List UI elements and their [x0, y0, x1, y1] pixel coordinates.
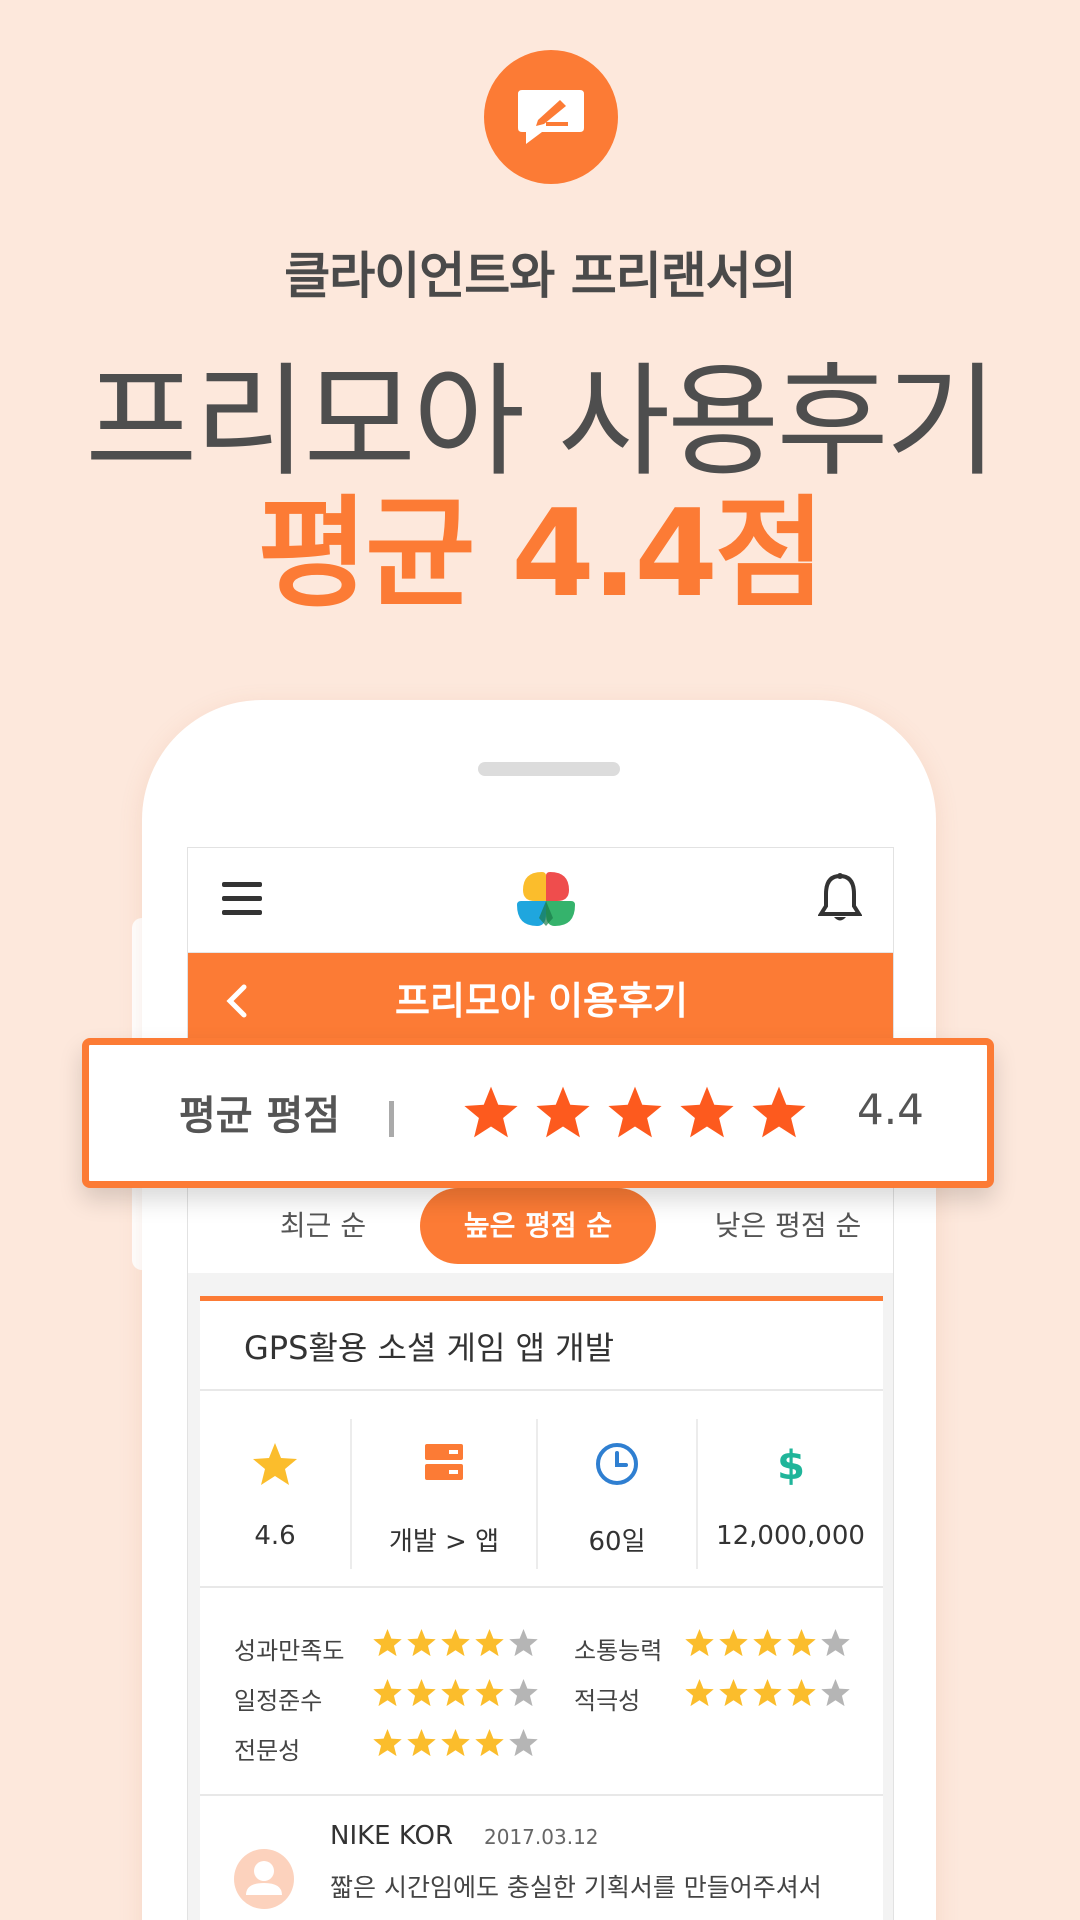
star-icon [534, 1083, 592, 1145]
star-filled-icon [372, 1677, 403, 1707]
star-filled-icon [786, 1627, 817, 1657]
average-rating-banner: 평균 평점 4.4 [82, 1038, 994, 1188]
review-date: 2017.03.12 [484, 1825, 599, 1849]
star-filled-icon [718, 1677, 749, 1707]
project-title: GPS활용 소셜 게임 앱 개발 [244, 1329, 615, 1367]
stat-budget: $ 12,000,000 [698, 1411, 883, 1581]
star-empty-icon [820, 1677, 851, 1707]
reviewer-name: NIKE KOR [330, 1821, 454, 1851]
stat-category-value: 개발 > 앱 [388, 1527, 500, 1557]
promo-headline: 프리모아 사용후기 [85, 351, 998, 493]
star-empty-icon [508, 1727, 539, 1757]
stat-rating-value: 4.6 [254, 1521, 296, 1551]
star-filled-icon [440, 1627, 471, 1657]
star-filled-icon [474, 1727, 505, 1757]
star-icon [606, 1083, 664, 1145]
chat-edit-icon [518, 90, 584, 144]
divider [200, 1586, 883, 1588]
clover-logo [517, 872, 575, 926]
star-empty-icon [508, 1677, 539, 1707]
hamburger-icon[interactable] [222, 882, 262, 916]
server-icon [425, 1444, 463, 1480]
svg-text:$: $ [777, 1443, 805, 1487]
average-rating-stars [462, 1083, 808, 1145]
star-filled-icon [786, 1677, 817, 1707]
star-filled-icon [440, 1727, 471, 1757]
user-icon [246, 1861, 282, 1895]
star-filled-icon [684, 1677, 715, 1707]
star-icon [750, 1083, 808, 1145]
star-icon [462, 1083, 520, 1145]
dollar-icon: $ [777, 1443, 805, 1487]
rating-stars [372, 1677, 539, 1707]
star-empty-icon [508, 1627, 539, 1657]
average-rating-score: 4.4 [857, 1085, 924, 1134]
rating-label: 성과만족도 [234, 1637, 345, 1665]
clock-icon [596, 1443, 638, 1485]
star-icon [678, 1083, 736, 1145]
review-card[interactable]: GPS활용 소셜 게임 앱 개발 4.6 개발 > 앱 60일 $ 12,000… [200, 1296, 883, 1920]
star-filled-icon [406, 1677, 437, 1707]
rating-stars [372, 1627, 539, 1657]
rating-stars [372, 1727, 539, 1757]
star-filled-icon [718, 1627, 749, 1657]
rating-stars [684, 1627, 851, 1657]
star-filled-icon [406, 1627, 437, 1657]
bell-icon[interactable] [818, 872, 862, 924]
banner-separator [389, 1101, 394, 1137]
star-filled-icon [372, 1727, 403, 1757]
average-rating-label: 평균 평점 [179, 1093, 341, 1139]
promo-subtitle: 클라이언트와 프리랜서의 [284, 247, 796, 305]
review-text: 짧은 시간임에도 충실한 기획서를 만들어주셔서 감사합니다. 감사합니다 감사… [330, 1873, 822, 1920]
rating-label: 소통능력 [574, 1637, 663, 1665]
star-empty-icon [820, 1627, 851, 1657]
tab-sort-recent[interactable]: 최근 순 [248, 1188, 398, 1264]
stat-duration: 60일 [538, 1411, 696, 1581]
rating-stars [684, 1677, 851, 1707]
chat-edit-badge [484, 50, 618, 184]
star-filled-icon [372, 1627, 403, 1657]
app-topbar [188, 848, 893, 953]
stat-rating: 4.6 [200, 1411, 350, 1581]
tab-sort-high-rating[interactable]: 높은 평점 순 [420, 1188, 656, 1264]
tab-sort-low-rating[interactable]: 낮은 평점 순 [688, 1188, 888, 1264]
star-filled-icon [440, 1677, 471, 1707]
rating-label: 전문성 [234, 1737, 301, 1765]
star-filled-icon [474, 1627, 505, 1657]
divider [200, 1389, 883, 1391]
phone-speaker [478, 762, 620, 776]
app-screen: 프리모아 이용후기 최근 순 높은 평점 순 낮은 평점 순 GPS활용 소셜 … [187, 847, 894, 1920]
star-icon [253, 1443, 297, 1485]
star-filled-icon [752, 1627, 783, 1657]
star-filled-icon [752, 1677, 783, 1707]
stat-budget-value: 12,000,000 [716, 1521, 865, 1551]
stat-category: 개발 > 앱 [352, 1411, 536, 1581]
divider [200, 1794, 883, 1796]
star-filled-icon [474, 1677, 505, 1707]
avatar [234, 1849, 294, 1909]
rating-label: 일정준수 [234, 1687, 323, 1715]
star-filled-icon [684, 1627, 715, 1657]
star-filled-icon [406, 1727, 437, 1757]
stat-duration-value: 60일 [588, 1527, 646, 1557]
promo-score-line: 평균 4.4점 [257, 485, 826, 624]
rating-label: 적극성 [574, 1687, 641, 1715]
